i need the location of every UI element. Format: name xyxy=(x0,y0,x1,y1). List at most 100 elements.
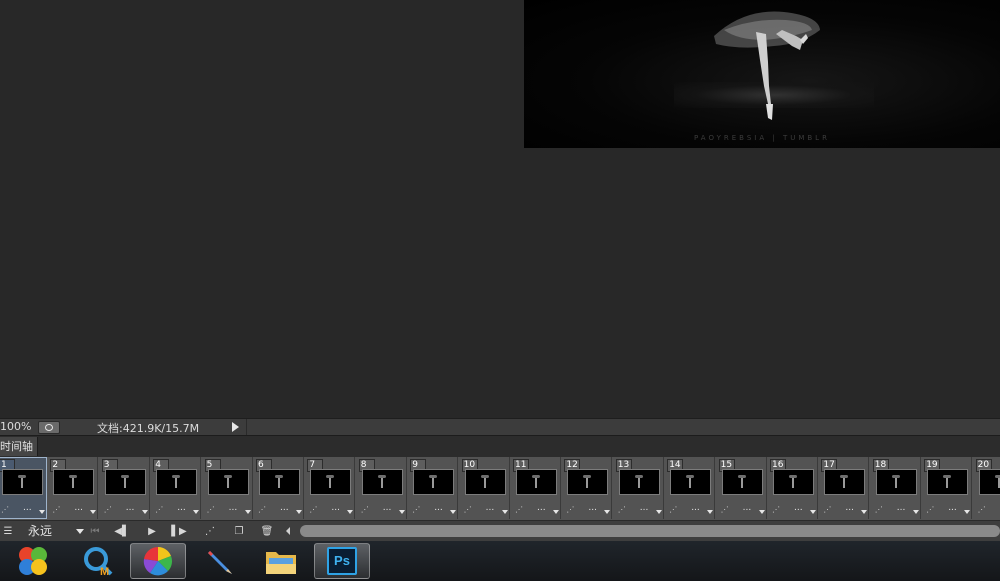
disposal-method-icon[interactable]: ⋰ xyxy=(926,505,934,514)
disposal-method-icon[interactable]: ⋰ xyxy=(104,505,112,514)
frame-delay[interactable]: ... xyxy=(897,503,906,513)
frame-delay[interactable]: ... xyxy=(23,503,32,513)
chevron-down-icon[interactable] xyxy=(964,510,971,514)
timeline-frame[interactable]: 20⋰... xyxy=(974,457,1000,519)
timeline-frame[interactable]: 15 ⋰... xyxy=(717,457,767,519)
frame-delay[interactable]: ... xyxy=(229,503,238,513)
disposal-method-icon[interactable]: ⋰ xyxy=(823,505,831,514)
disposal-method-icon[interactable]: ⋰ xyxy=(258,505,266,514)
proof-setup-icon[interactable] xyxy=(38,421,60,434)
frame-delay[interactable]: ... xyxy=(845,503,854,513)
frame-delay[interactable]: ... xyxy=(280,503,289,513)
frame-delay[interactable]: ... xyxy=(948,503,957,513)
taskbar-pencil-app[interactable] xyxy=(192,543,248,579)
taskbar-color-app[interactable] xyxy=(130,543,186,579)
timeline-frame[interactable]: 1 ⋰... xyxy=(0,457,47,519)
disposal-method-icon[interactable]: ⋰ xyxy=(464,505,472,514)
frame-delay[interactable]: ... xyxy=(794,503,803,513)
timeline-frame[interactable]: 7 ⋰... xyxy=(305,457,356,519)
canvas-area[interactable]: PAOYREBSIA | TUMBLR xyxy=(0,0,1000,418)
timeline-frame[interactable]: 17 ⋰... xyxy=(819,457,870,519)
scroll-left-icon[interactable] xyxy=(286,527,290,535)
chevron-down-icon[interactable] xyxy=(810,510,816,514)
timeline-frame[interactable]: 6 ⋰... xyxy=(254,457,304,519)
trash-icon[interactable]: 🗑 xyxy=(259,524,275,539)
chevron-down-icon[interactable] xyxy=(398,510,405,514)
chevron-down-icon[interactable] xyxy=(39,510,45,514)
disposal-method-icon[interactable]: ⋰ xyxy=(618,505,626,514)
disposal-method-icon[interactable]: ⋰ xyxy=(207,505,215,514)
disposal-method-icon[interactable]: ⋰ xyxy=(155,505,163,514)
disposal-method-icon[interactable]: ⋰ xyxy=(978,505,986,514)
disposal-method-icon[interactable]: ⋰ xyxy=(1,505,9,514)
frame-delay[interactable]: ... xyxy=(640,503,649,513)
disposal-method-icon[interactable]: ⋰ xyxy=(52,505,60,514)
frame-delay[interactable]: ... xyxy=(177,503,186,513)
disposal-method-icon[interactable]: ⋰ xyxy=(309,505,317,514)
timeline-frame[interactable]: 5 ⋰... xyxy=(203,457,253,519)
disposal-method-icon[interactable]: ⋰ xyxy=(515,505,523,514)
frame-delay[interactable]: ... xyxy=(743,503,752,513)
timeline-frame[interactable]: 16 ⋰... xyxy=(768,457,818,519)
timeline-frame[interactable]: 18 ⋰... xyxy=(871,457,921,519)
frame-delay[interactable]: ... xyxy=(486,503,495,513)
chevron-down-icon[interactable] xyxy=(347,510,354,514)
disposal-method-icon[interactable]: ⋰ xyxy=(669,505,677,514)
chevron-down-icon[interactable] xyxy=(707,510,714,514)
zoom-level[interactable]: 100% xyxy=(0,420,31,433)
disposal-method-icon[interactable]: ⋰ xyxy=(412,505,420,514)
chevron-down-icon[interactable] xyxy=(296,510,302,514)
chevron-down-icon[interactable] xyxy=(758,510,765,514)
taskbar-file-explorer[interactable] xyxy=(253,543,309,579)
chevron-down-icon[interactable] xyxy=(912,510,919,514)
status-menu-arrow-icon[interactable] xyxy=(232,422,239,432)
timeline-frame[interactable]: 8 ⋰... xyxy=(357,457,407,519)
chevron-down-icon[interactable] xyxy=(244,510,251,514)
chevron-down-icon[interactable] xyxy=(604,510,611,514)
timeline-frame[interactable]: 3 ⋰... xyxy=(100,457,150,519)
chevron-down-icon[interactable] xyxy=(450,510,457,514)
timeline-frame[interactable]: 2 ⋰... xyxy=(48,457,99,519)
chevron-down-icon[interactable] xyxy=(553,510,559,514)
chevron-down-icon[interactable] xyxy=(501,510,508,514)
chevron-down-icon[interactable] xyxy=(193,510,200,514)
timeline-frame[interactable]: 10 ⋰... xyxy=(460,457,510,519)
timeline-frame[interactable]: 19 ⋰... xyxy=(922,457,973,519)
frame-delay[interactable]: ... xyxy=(691,503,700,513)
tab-timeline[interactable]: 时间轴 xyxy=(0,437,38,456)
tween-icon[interactable]: ⋰ xyxy=(202,524,218,539)
taskbar-photoshop[interactable]: Ps xyxy=(314,543,370,579)
document-image[interactable]: PAOYREBSIA | TUMBLR xyxy=(524,0,1000,148)
chevron-down-icon[interactable] xyxy=(861,510,868,514)
play-icon[interactable]: ▶ xyxy=(144,524,160,539)
timeline-frame[interactable]: 12 ⋰... xyxy=(562,457,613,519)
timeline-frame[interactable]: 4 ⋰... xyxy=(151,457,202,519)
duplicate-frame-icon[interactable]: ❐ xyxy=(231,524,247,539)
frame-delay[interactable]: ... xyxy=(588,503,597,513)
timeline-frame[interactable]: 14 ⋰... xyxy=(665,457,716,519)
chevron-down-icon[interactable] xyxy=(90,510,97,514)
previous-frame-icon[interactable]: ◀▌ xyxy=(114,524,130,539)
disposal-method-icon[interactable]: ⋰ xyxy=(566,505,574,514)
timeline-frame[interactable]: 13 ⋰... xyxy=(614,457,664,519)
disposal-method-icon[interactable]: ⋰ xyxy=(721,505,729,514)
convert-timeline-icon[interactable]: ☰ xyxy=(0,524,16,539)
disposal-method-icon[interactable]: ⋰ xyxy=(875,505,883,514)
loop-options-select[interactable]: 永远 xyxy=(20,522,86,540)
frame-delay[interactable]: ... xyxy=(434,503,443,513)
disposal-method-icon[interactable]: ⋰ xyxy=(361,505,369,514)
frame-delay[interactable]: ... xyxy=(537,503,546,513)
timeline-frame[interactable]: 11 ⋰... xyxy=(511,457,561,519)
taskbar-maxthon[interactable]: M xyxy=(70,543,126,579)
frame-delay[interactable]: ... xyxy=(74,503,83,513)
disposal-method-icon[interactable]: ⋰ xyxy=(772,505,780,514)
frame-delay[interactable]: ... xyxy=(383,503,392,513)
frame-delay[interactable]: ... xyxy=(331,503,340,513)
horizontal-scrollbar[interactable] xyxy=(300,525,1000,537)
frame-delay[interactable]: ... xyxy=(126,503,135,513)
chevron-down-icon[interactable] xyxy=(655,510,662,514)
chevron-down-icon[interactable] xyxy=(141,510,148,514)
next-frame-icon[interactable]: ▌▶ xyxy=(171,524,187,539)
taskbar-start[interactable] xyxy=(5,543,61,579)
first-frame-icon[interactable]: ⏮ xyxy=(88,524,102,539)
